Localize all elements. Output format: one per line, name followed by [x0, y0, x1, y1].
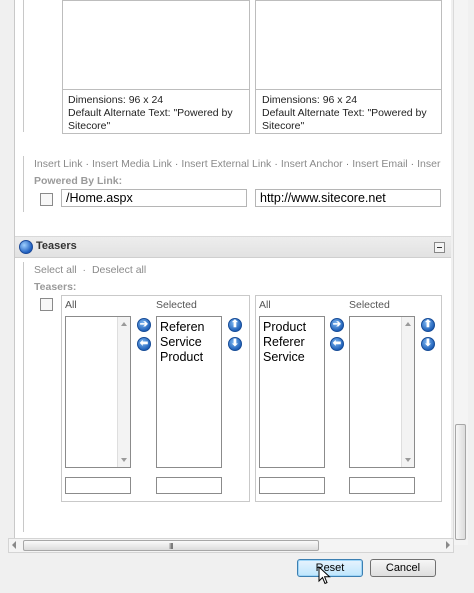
- select-all-link[interactable]: Select all: [34, 264, 77, 276]
- list-scrollbar[interactable]: [321, 317, 324, 467]
- horizontal-scroll-thumb[interactable]: III: [23, 540, 319, 551]
- selection-links: Select all · Deselect all: [34, 264, 146, 276]
- list-item[interactable]: Service: [263, 350, 305, 364]
- mouse-pointer-icon: [318, 566, 331, 585]
- deselect-all-link[interactable]: Deselect all: [92, 264, 146, 276]
- all-items-label: All: [259, 299, 271, 311]
- scroll-up-icon[interactable]: [405, 322, 411, 326]
- list-item[interactable]: Product: [263, 320, 306, 334]
- all-items-label: All: [65, 299, 77, 311]
- insert-email-action[interactable]: Insert Email: [352, 158, 407, 170]
- teasers-checkbox[interactable]: [40, 298, 53, 311]
- teasers-multilist-right: All Selected Product Referer Service ➔ ⬅…: [255, 295, 442, 502]
- insert-more-action[interactable]: Inser: [417, 158, 440, 170]
- vertical-scroll-thumb[interactable]: [455, 424, 466, 540]
- teasers-multilist-left: All Selected ➔ ⬅ Referen Service Product…: [61, 295, 250, 502]
- scroll-up-icon[interactable]: [121, 322, 127, 326]
- list-item[interactable]: Referen: [160, 320, 204, 334]
- horizontal-scrollbar[interactable]: III: [8, 538, 454, 553]
- selected-items-label: Selected: [349, 299, 390, 311]
- vertical-scrollbar[interactable]: [453, 0, 468, 545]
- collapse-icon[interactable]: [434, 242, 445, 253]
- scroll-down-icon[interactable]: [121, 458, 127, 462]
- selected-items-filter-input[interactable]: [156, 477, 222, 494]
- move-down-icon[interactable]: ⬇: [228, 337, 242, 351]
- list-item[interactable]: Referer: [263, 335, 305, 349]
- image-1-frame-bottom: [62, 88, 250, 134]
- move-right-icon[interactable]: ➔: [137, 318, 151, 332]
- selected-items-label: Selected: [156, 299, 197, 311]
- separator: ·: [85, 158, 89, 170]
- separator: ·: [274, 158, 278, 170]
- all-items-list[interactable]: Product Referer Service: [259, 316, 325, 468]
- dialog-frame: Dimensions: 96 x 24 Default Alternate Te…: [0, 0, 474, 593]
- all-items-list[interactable]: [65, 316, 131, 468]
- powered-by-path-field[interactable]: /Home.aspx: [61, 189, 247, 207]
- globe-icon: [19, 240, 33, 254]
- scroll-down-icon[interactable]: [405, 458, 411, 462]
- divider: [23, 0, 24, 132]
- move-down-icon[interactable]: ⬇: [421, 337, 435, 351]
- divider: [23, 262, 24, 532]
- powered-by-url-field[interactable]: http://www.sitecore.net: [255, 189, 441, 207]
- teasers-field-label: Teasers:: [34, 281, 77, 293]
- selected-items-list[interactable]: [349, 316, 415, 468]
- powered-by-checkbox[interactable]: [40, 193, 53, 206]
- list-item[interactable]: Product: [160, 350, 203, 364]
- selected-items-filter-input[interactable]: [349, 477, 415, 494]
- separator: ·: [410, 158, 415, 170]
- insert-anchor-action[interactable]: Insert Anchor: [281, 158, 343, 170]
- insert-link-action[interactable]: Insert Link: [34, 158, 82, 170]
- move-up-icon[interactable]: ⬆: [421, 318, 435, 332]
- divider: [23, 156, 24, 212]
- image-2-frame-bottom: [255, 88, 442, 134]
- separator: ·: [82, 264, 87, 276]
- scroll-right-icon[interactable]: [446, 541, 450, 549]
- all-items-filter-input[interactable]: [259, 477, 325, 494]
- move-right-icon[interactable]: ➔: [330, 318, 344, 332]
- separator: ·: [174, 158, 179, 170]
- powered-by-link-label: Powered By Link:: [34, 175, 123, 187]
- insert-external-link-action[interactable]: Insert External Link: [181, 158, 271, 170]
- image-preview-1[interactable]: [62, 0, 250, 90]
- link-toolbar: Insert Link · Insert Media Link · Insert Ext…: [34, 158, 451, 172]
- grip-icon: III: [169, 542, 174, 551]
- list-scrollbar[interactable]: [207, 317, 221, 467]
- list-scrollbar[interactable]: [117, 317, 130, 467]
- cancel-button[interactable]: Cancel: [370, 559, 436, 577]
- selected-items-list[interactable]: Referen Service Product: [156, 316, 222, 468]
- all-items-filter-input[interactable]: [65, 477, 131, 494]
- teasers-section-title: Teasers: [36, 240, 77, 252]
- insert-media-link-action[interactable]: Insert Media Link: [92, 158, 172, 170]
- scroll-left-icon[interactable]: [12, 541, 16, 549]
- list-scrollbar[interactable]: [401, 317, 414, 467]
- teasers-section-header[interactable]: Teasers: [15, 236, 451, 258]
- move-left-icon[interactable]: ⬅: [330, 337, 344, 351]
- move-up-icon[interactable]: ⬆: [228, 318, 242, 332]
- separator: ·: [345, 158, 350, 170]
- list-item[interactable]: Service: [160, 335, 202, 349]
- move-left-icon[interactable]: ⬅: [137, 337, 151, 351]
- image-preview-2[interactable]: [255, 0, 442, 90]
- field-editor-content: Dimensions: 96 x 24 Default Alternate Te…: [14, 0, 451, 540]
